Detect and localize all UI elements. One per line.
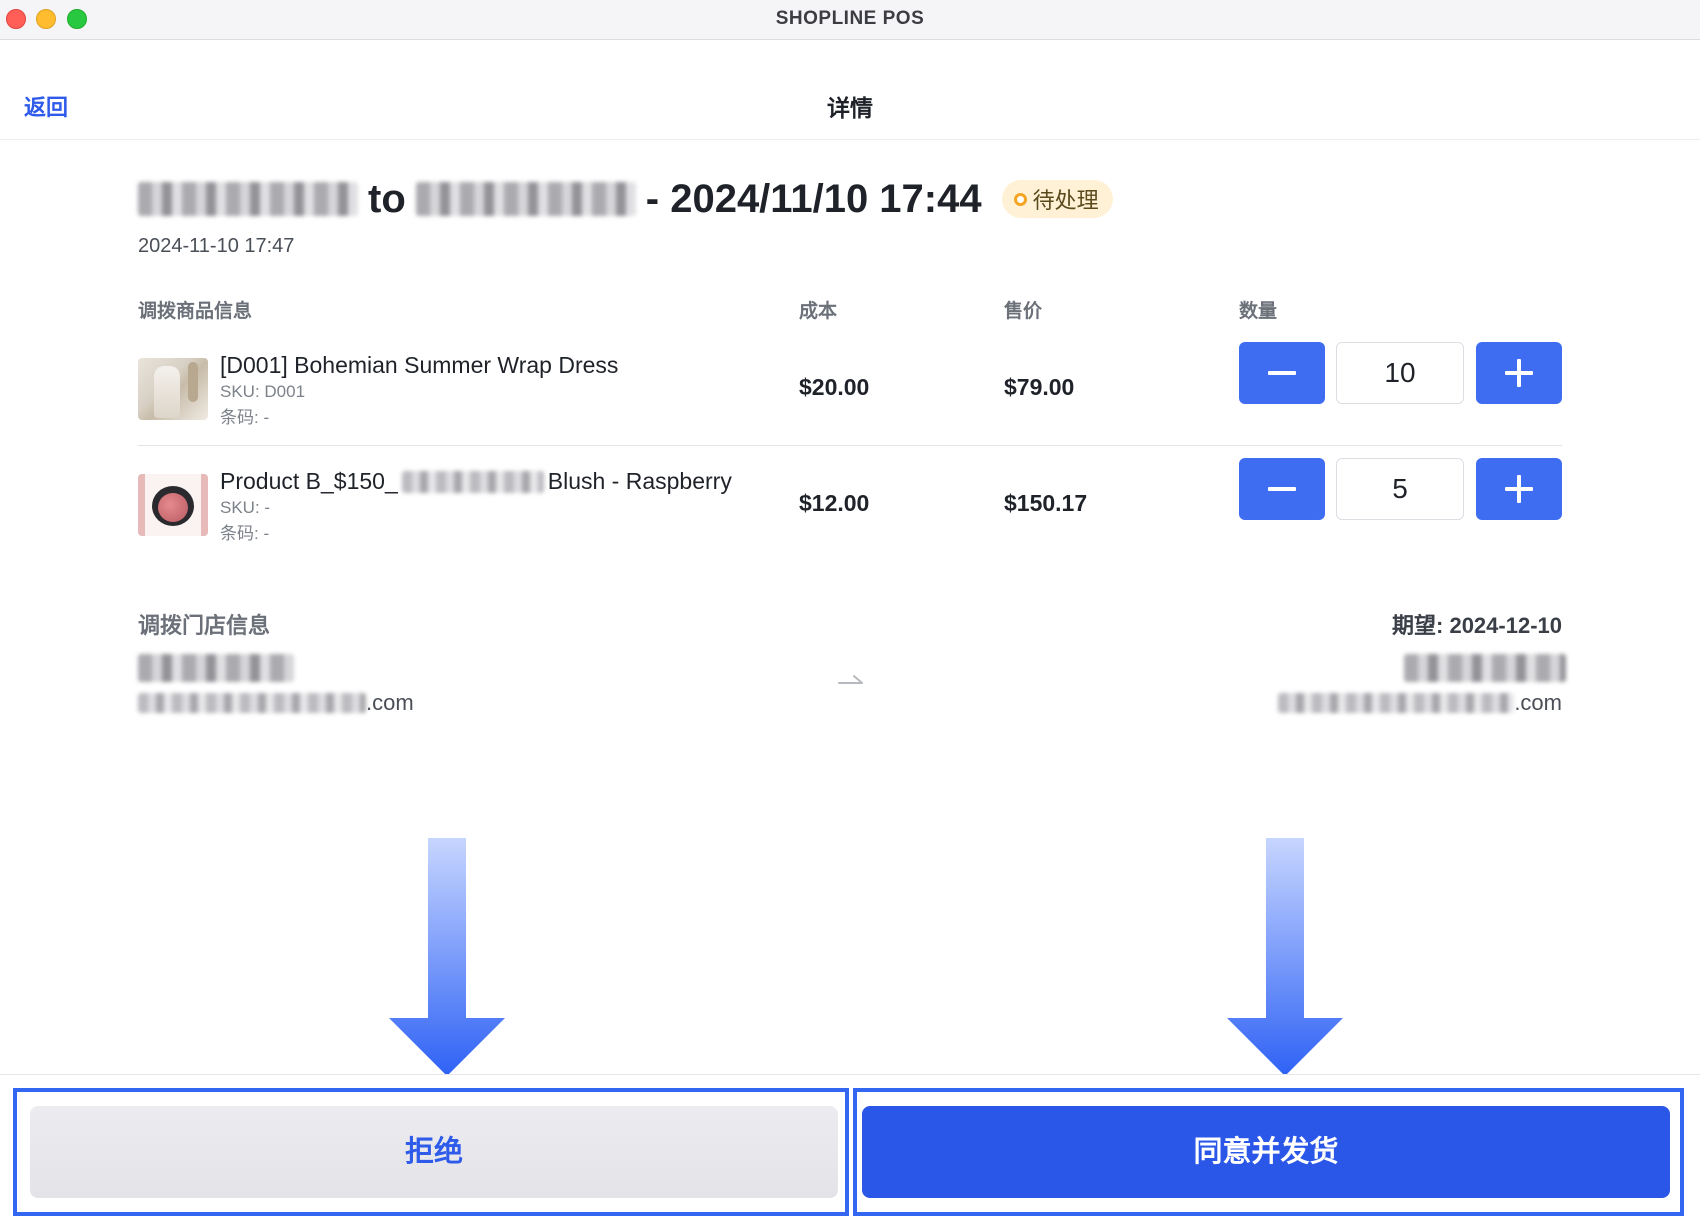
to-store-name xyxy=(1404,654,1566,687)
column-header-product: 调拨商品信息 xyxy=(138,301,253,322)
status-text: 待处理 xyxy=(1032,188,1099,213)
to-store-email: .com xyxy=(1278,690,1562,716)
store-info-label: 调拨门店信息 xyxy=(138,613,271,638)
product-cost: $12.00 xyxy=(799,490,870,516)
expected-date: 期望: 2024-12-10 xyxy=(1392,613,1562,638)
product-sku: SKU: D001 xyxy=(220,382,306,401)
from-store-email: .com xyxy=(138,690,414,716)
arrow-down-icon xyxy=(1227,838,1343,1076)
product-name: Product B_$150_ Blush - Raspberry xyxy=(220,468,732,495)
product-image xyxy=(138,358,208,420)
page-title: 详情 xyxy=(827,95,873,121)
to-store-email-suffix: .com xyxy=(1514,690,1562,715)
from-store-name-redacted xyxy=(138,182,358,216)
product-cost: $20.00 xyxy=(799,374,870,400)
quantity-decrease-button[interactable] xyxy=(1239,458,1325,520)
arrow-down-icon xyxy=(389,838,505,1076)
to-store-name-redacted xyxy=(415,182,636,216)
from-store-email-suffix: .com xyxy=(366,690,414,715)
quantity-decrease-button[interactable] xyxy=(1239,342,1325,404)
quantity-increase-button[interactable] xyxy=(1476,342,1562,404)
product-name-suffix: Blush - Raspberry xyxy=(547,468,732,494)
product-image xyxy=(138,474,208,536)
approve-and-ship-button[interactable]: 同意并发货 xyxy=(862,1106,1670,1198)
table-row: Product B_$150_ Blush - Raspberry SKU: -… xyxy=(138,458,1562,562)
product-price: $79.00 xyxy=(1004,374,1075,400)
created-time: 2024-11-10 17:47 xyxy=(138,235,295,257)
table-row: [D001] Bohemian Summer Wrap Dress SKU: D… xyxy=(138,342,1562,446)
app-window: SHOPLINE POS 返回 详情 to - 2024/11/10 17:44… xyxy=(0,0,1700,1226)
title-bar: SHOPLINE POS xyxy=(0,0,1700,40)
reject-button[interactable]: 拒绝 xyxy=(30,1106,838,1198)
column-header-price: 售价 xyxy=(1004,301,1043,322)
product-name-redacted xyxy=(401,470,544,493)
status-dot-icon xyxy=(1013,192,1027,206)
quantity-input[interactable]: 10 xyxy=(1336,342,1464,404)
quantity-input[interactable]: 5 xyxy=(1336,458,1464,520)
nav-header: 返回 详情 xyxy=(0,40,1700,140)
product-barcode: 条码: - xyxy=(220,524,270,543)
transfer-connector: to xyxy=(368,176,406,221)
product-price: $150.17 xyxy=(1004,490,1088,516)
transfer-headline: to - 2024/11/10 17:44 待处理 xyxy=(138,174,1113,224)
minus-icon xyxy=(1268,487,1296,491)
product-name: [D001] Bohemian Summer Wrap Dress xyxy=(220,352,619,378)
minus-icon xyxy=(1268,371,1296,375)
from-store-name xyxy=(138,654,294,687)
column-header-cost: 成本 xyxy=(799,301,838,322)
transfer-datetime: - 2024/11/10 17:44 xyxy=(645,176,982,221)
column-header-quantity: 数量 xyxy=(1239,301,1278,322)
status-badge: 待处理 xyxy=(1001,180,1113,218)
product-barcode: 条码: - xyxy=(220,408,270,427)
product-sku: SKU: - xyxy=(220,498,271,517)
window-title: SHOPLINE POS xyxy=(775,8,925,29)
arrow-right-icon xyxy=(838,675,863,684)
product-name-prefix: Product B_$150_ xyxy=(220,468,398,494)
quantity-increase-button[interactable] xyxy=(1476,458,1562,520)
